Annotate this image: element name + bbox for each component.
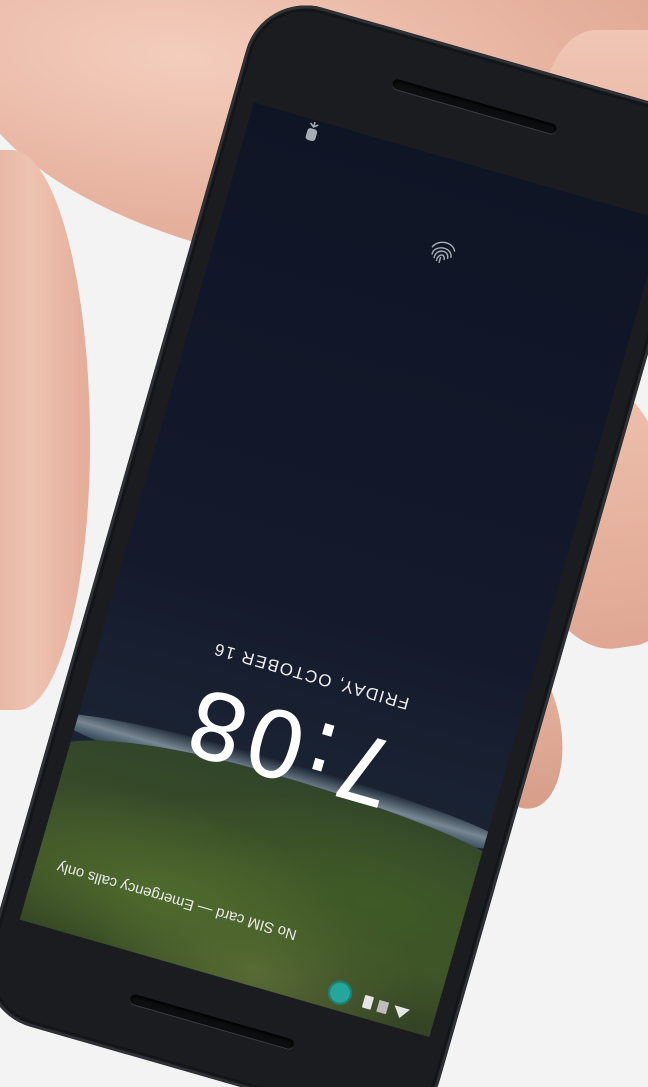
battery-icon [361,994,375,1010]
wifi-icon [391,1005,411,1021]
front-speaker-top [391,78,558,135]
phone-icon[interactable] [301,118,324,144]
front-speaker-bottom [128,993,296,1050]
hand-fingers-left [0,150,90,710]
fingerprint-icon[interactable] [421,231,463,273]
photo-scene: FRIDAY, OCTOBER 16 7:08 No SIM card — Em… [0,0,648,1087]
cell-signal-icon [376,999,390,1015]
lock-screen[interactable]: FRIDAY, OCTOBER 16 7:08 No SIM card — Em… [19,102,648,1038]
